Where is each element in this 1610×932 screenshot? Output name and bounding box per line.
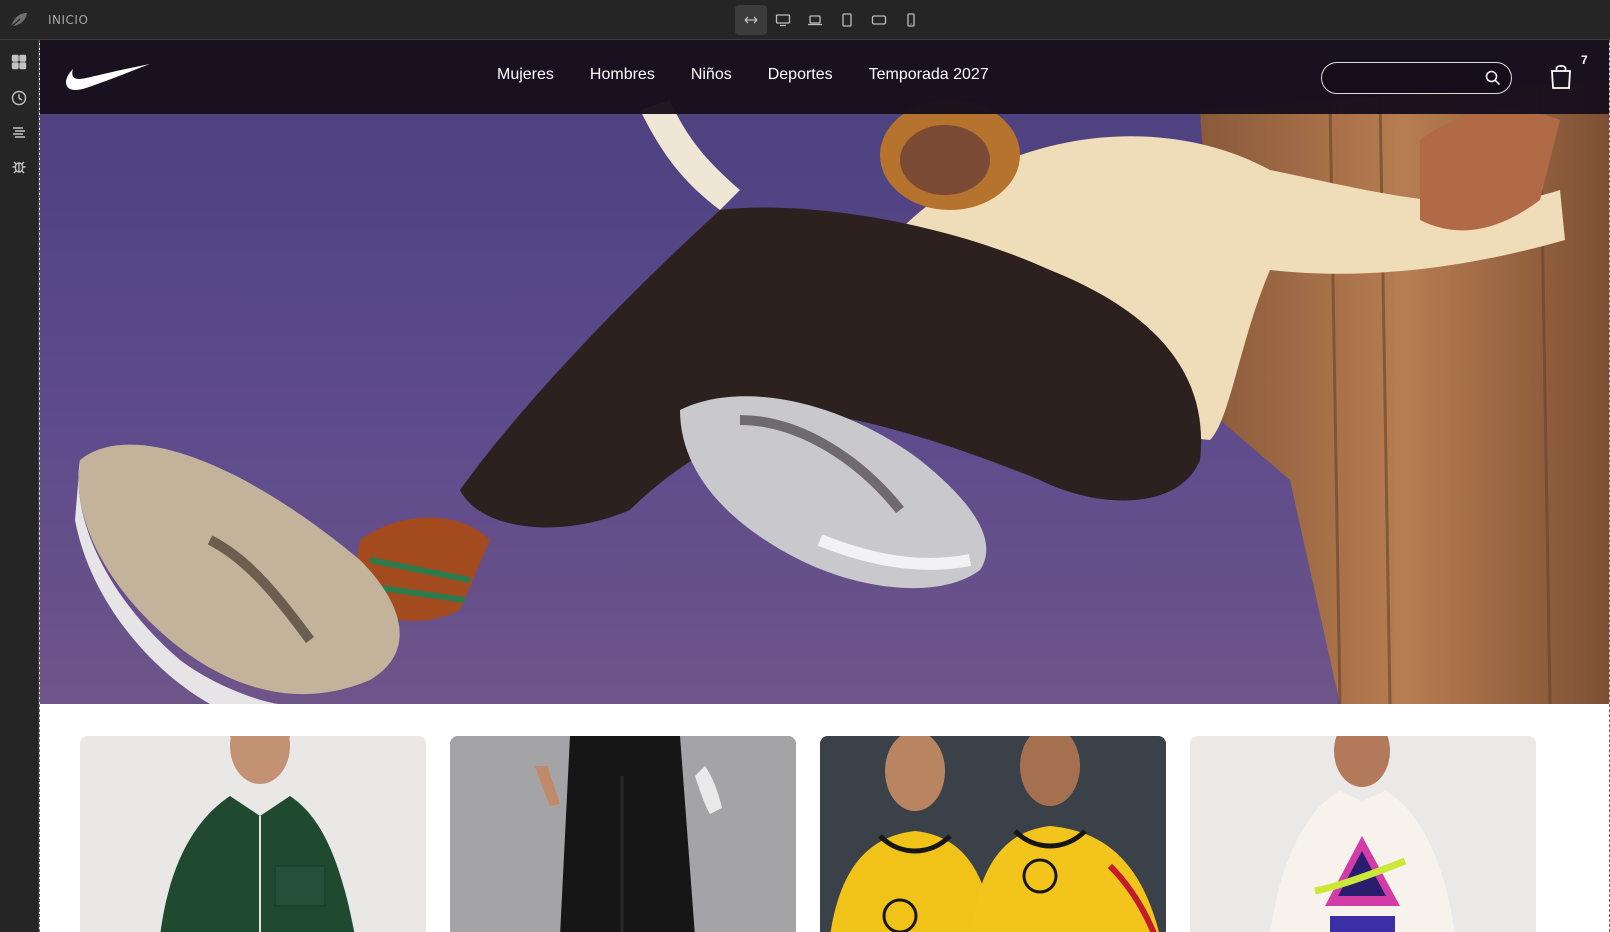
editor-toolbar: INICIO xyxy=(0,0,1610,40)
product-card[interactable] xyxy=(80,736,426,932)
canvas-viewport: Mujeres Hombres Niños Deportes Temporada… xyxy=(39,40,1610,932)
bug-icon xyxy=(12,161,26,174)
desktop-view-button[interactable] xyxy=(767,5,799,35)
tablet-icon xyxy=(842,13,852,27)
nav-item-mujeres[interactable]: Mujeres xyxy=(497,66,554,84)
search-icon[interactable] xyxy=(1485,70,1501,86)
nav-item-temporada[interactable]: Temporada 2027 xyxy=(869,66,989,84)
search-input[interactable] xyxy=(1334,69,1479,87)
product-grid xyxy=(80,736,1536,932)
device-switcher xyxy=(735,5,927,35)
nike-swoosh-logo[interactable] xyxy=(64,60,152,92)
cart-count-badge: 7 xyxy=(1581,53,1588,67)
laptop-icon xyxy=(808,15,822,26)
breadcrumb[interactable]: INICIO xyxy=(48,13,88,27)
site-header: Mujeres Hombres Niños Deportes Temporada… xyxy=(40,40,1609,114)
grid-icon xyxy=(11,54,27,70)
graphic-tee-photo xyxy=(1190,736,1536,932)
fit-width-icon xyxy=(744,16,758,24)
laptop-view-button[interactable] xyxy=(799,5,831,35)
hero-banner[interactable] xyxy=(40,40,1609,704)
main-nav: Mujeres Hombres Niños Deportes Temporada… xyxy=(497,66,989,84)
nav-item-deportes[interactable]: Deportes xyxy=(768,66,833,84)
nav-item-ninos[interactable]: Niños xyxy=(691,66,732,84)
nav-item-hombres[interactable]: Hombres xyxy=(590,66,655,84)
leaf-logo-icon xyxy=(10,13,27,28)
tablet-landscape-view-button[interactable] xyxy=(863,5,895,35)
fit-width-button[interactable] xyxy=(735,5,767,35)
desktop-icon xyxy=(775,14,791,27)
layers-button[interactable] xyxy=(7,120,31,144)
history-button[interactable] xyxy=(7,86,31,110)
product-card[interactable] xyxy=(820,736,1166,932)
debug-button[interactable] xyxy=(7,155,31,179)
components-button[interactable] xyxy=(7,50,31,74)
mobile-icon xyxy=(907,13,915,27)
mobile-view-button[interactable] xyxy=(895,5,927,35)
product-card[interactable] xyxy=(450,736,796,932)
yellow-football-kits-photo xyxy=(820,736,1166,932)
tablet-view-button[interactable] xyxy=(831,5,863,35)
black-pants-golf-glove-photo xyxy=(450,736,796,932)
product-card[interactable] xyxy=(1190,736,1536,932)
layers-icon xyxy=(13,127,25,138)
history-icon xyxy=(11,90,27,106)
woman-green-jacket-photo xyxy=(80,736,426,932)
search-box xyxy=(1321,62,1512,94)
shopping-bag-icon[interactable] xyxy=(1548,62,1574,90)
editor-sidebar xyxy=(0,40,39,932)
sneaker-jump-photo xyxy=(40,40,1609,704)
tablet-landscape-icon xyxy=(871,15,887,25)
